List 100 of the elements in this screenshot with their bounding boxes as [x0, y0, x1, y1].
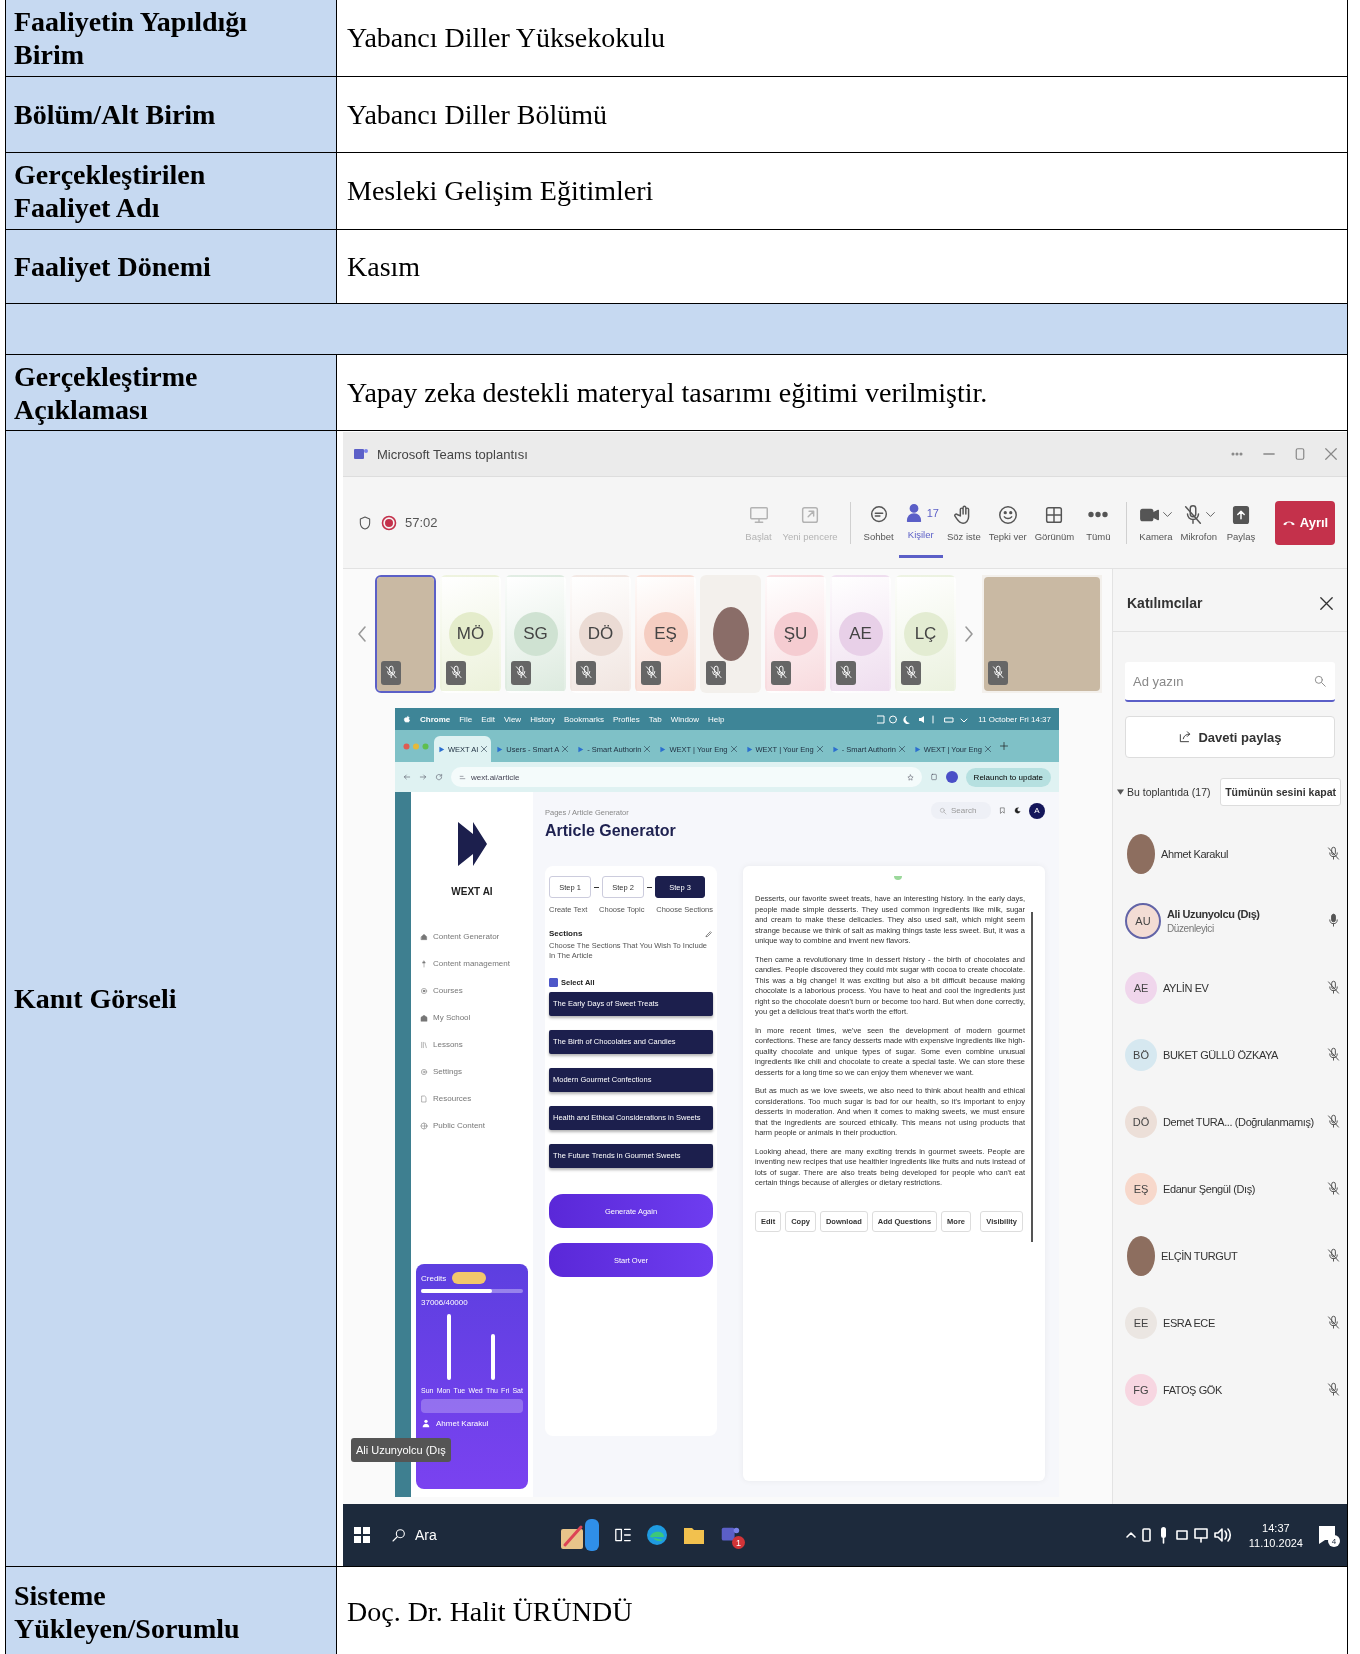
folder-icon[interactable]	[683, 1525, 705, 1545]
chevron-down-icon	[1206, 512, 1216, 517]
edge-icon[interactable]	[645, 1523, 669, 1547]
extensions-icon[interactable]	[929, 773, 938, 781]
field-label: Gerçekleştirme Açıklaması	[6, 355, 337, 430]
avatar-initials: AE	[838, 612, 883, 656]
leave-button[interactable]: Ayrıl	[1275, 500, 1335, 545]
notification-badge: 1	[732, 1536, 745, 1549]
participant-tile[interactable]: SG	[505, 575, 566, 693]
favicon-icon	[438, 745, 445, 753]
taskbar-search[interactable]: Ara	[385, 1526, 545, 1544]
moon-icon[interactable]	[1014, 807, 1021, 814]
task-view-icon[interactable]	[615, 1527, 631, 1543]
menu-item[interactable]: Bookmarks	[564, 714, 605, 724]
participant-name[interactable]: ESRA ECE	[1163, 1316, 1215, 1329]
menu-item[interactable]: File	[459, 714, 473, 724]
avatar-initials: LÇ	[903, 612, 948, 656]
close-icon[interactable]	[1320, 596, 1333, 610]
field-label: Kanıt Görseli	[6, 431, 337, 1566]
nav-item[interactable]: Resources	[416, 1089, 528, 1108]
toolbar-button[interactable]: Sohbet	[858, 487, 899, 558]
mute-all-button[interactable]: Tümünün sesini kapat	[1220, 778, 1341, 806]
nav-item[interactable]: Courses	[416, 981, 528, 1000]
field-value: Doç. Dr. Halit ÜRÜNDÜ	[346, 1594, 634, 1629]
edit-icon[interactable]	[705, 929, 713, 938]
address-bar[interactable]: wext.ai/article	[451, 767, 922, 787]
menu-item[interactable]: View	[503, 714, 522, 724]
window-buttons-icon[interactable]	[403, 742, 429, 750]
smiley-icon	[996, 503, 1019, 526]
invite-button[interactable]: Daveti paylaş	[1125, 716, 1335, 758]
windows-logo-icon[interactable]	[353, 1526, 371, 1544]
toolbar-button[interactable]: Görünüm	[1030, 487, 1079, 558]
participant-tile[interactable]: AE	[830, 575, 891, 693]
toolbar-button[interactable]: 17 Kişiler	[898, 487, 943, 558]
menu-item[interactable]: Chrome	[420, 714, 451, 724]
participant-name[interactable]: Ahmet Karakul	[1161, 847, 1228, 860]
toolbar-button[interactable]: Tepki ver	[984, 487, 1031, 558]
participant-tile[interactable]: LÇ	[895, 575, 956, 693]
participant-name[interactable]: Edanur Şengül (Dış)	[1163, 1182, 1256, 1195]
search-icon	[391, 1527, 407, 1543]
profile-avatar[interactable]	[945, 771, 958, 783]
search-field[interactable]: Ad yazın	[1125, 662, 1335, 702]
menu-item[interactable]: Help	[708, 714, 725, 724]
avatar-initials: AE	[1125, 971, 1157, 1004]
participant-tile[interactable]: EŞ	[635, 575, 696, 693]
panel-title: Katılımcılar	[1127, 595, 1203, 611]
field-label: Bölüm/Alt Birim	[6, 77, 337, 152]
participant-name[interactable]: Demet TURA... (Doğrulanmamış)	[1163, 1115, 1314, 1128]
participant-tile[interactable]: ŞU	[765, 575, 826, 693]
avatar-initials: ŞU	[773, 612, 818, 656]
favicon-icon	[659, 745, 667, 753]
relaunch-button[interactable]: Relaunch to update	[965, 767, 1051, 787]
participant-name[interactable]: BUKET GÜLLÜ ÖZKAYA	[1163, 1048, 1279, 1061]
book-icon	[420, 1040, 428, 1049]
reload-icon[interactable]	[435, 773, 443, 781]
toolbar-button[interactable]: Paylaş	[1221, 487, 1261, 558]
forward-icon[interactable]	[419, 773, 427, 781]
page-title: Article Generator	[545, 822, 677, 840]
more-icon[interactable]	[1231, 452, 1243, 456]
menu-item[interactable]: Profiles	[613, 714, 640, 724]
logo-text: WEXT AI	[451, 886, 493, 897]
toolbar-button[interactable]: Söz iste	[942, 487, 985, 558]
menu-item[interactable]: Tab	[648, 714, 662, 724]
nav-item[interactable]: Content Generator	[416, 927, 528, 946]
new-tab-icon[interactable]	[999, 742, 1008, 750]
avatar-initials: DÖ	[578, 612, 623, 656]
user-avatar[interactable]: A	[1029, 802, 1045, 819]
participant-tile[interactable]: MÖ	[440, 575, 501, 693]
back-icon[interactable]	[403, 773, 411, 781]
participant-tile[interactable]: DÖ	[570, 575, 631, 693]
nav-item[interactable]: Settings	[416, 1062, 528, 1081]
toolbar-button[interactable]: Tümü	[1078, 487, 1119, 558]
nav-item[interactable]: Content management	[416, 954, 528, 973]
nav-item[interactable]: Lessons	[416, 1035, 528, 1054]
field-value: Mesleki Gelişim Eğitimleri	[346, 174, 655, 208]
toolbar-button[interactable]: Mikrofon	[1176, 487, 1221, 558]
avatar-initials: AU	[1125, 902, 1161, 939]
participant-name[interactable]: Ali Uzunyolcu (Dış)	[1167, 907, 1260, 920]
participant-name[interactable]: FATOŞ GÖK	[1163, 1383, 1222, 1396]
menu-item[interactable]: Edit	[481, 714, 495, 724]
chevron-left-icon[interactable]	[357, 625, 367, 643]
caret-icon	[1117, 789, 1124, 795]
nav-item[interactable]: My School	[416, 1008, 528, 1027]
participant-name[interactable]: AYLİN EV	[1163, 981, 1209, 994]
credits-amount: 37006/40000	[421, 1298, 469, 1307]
chevron-right-icon[interactable]	[964, 625, 974, 643]
window-title: Microsoft Teams toplantısı	[377, 446, 529, 462]
participant-name[interactable]: ELÇİN TURGUT	[1161, 1249, 1238, 1262]
avatar-initials: DÖ	[1125, 1105, 1157, 1138]
restore-icon[interactable]	[1295, 448, 1305, 460]
menu-item[interactable]: History	[530, 714, 555, 724]
group-header[interactable]: Bu toplantıda (17)	[1117, 786, 1211, 798]
toolbar-button[interactable]: Kamera	[1135, 487, 1177, 558]
notification-count: 4	[1328, 1535, 1340, 1547]
nav-item[interactable]: Public Content	[416, 1116, 528, 1135]
star-icon[interactable]	[906, 773, 914, 781]
menu-item[interactable]: Window	[670, 714, 700, 724]
participant-tile[interactable]	[700, 575, 761, 693]
field-label: Gerçekleştirilen Faaliyet Adı	[6, 153, 337, 229]
bookmark-icon[interactable]	[999, 807, 1006, 814]
